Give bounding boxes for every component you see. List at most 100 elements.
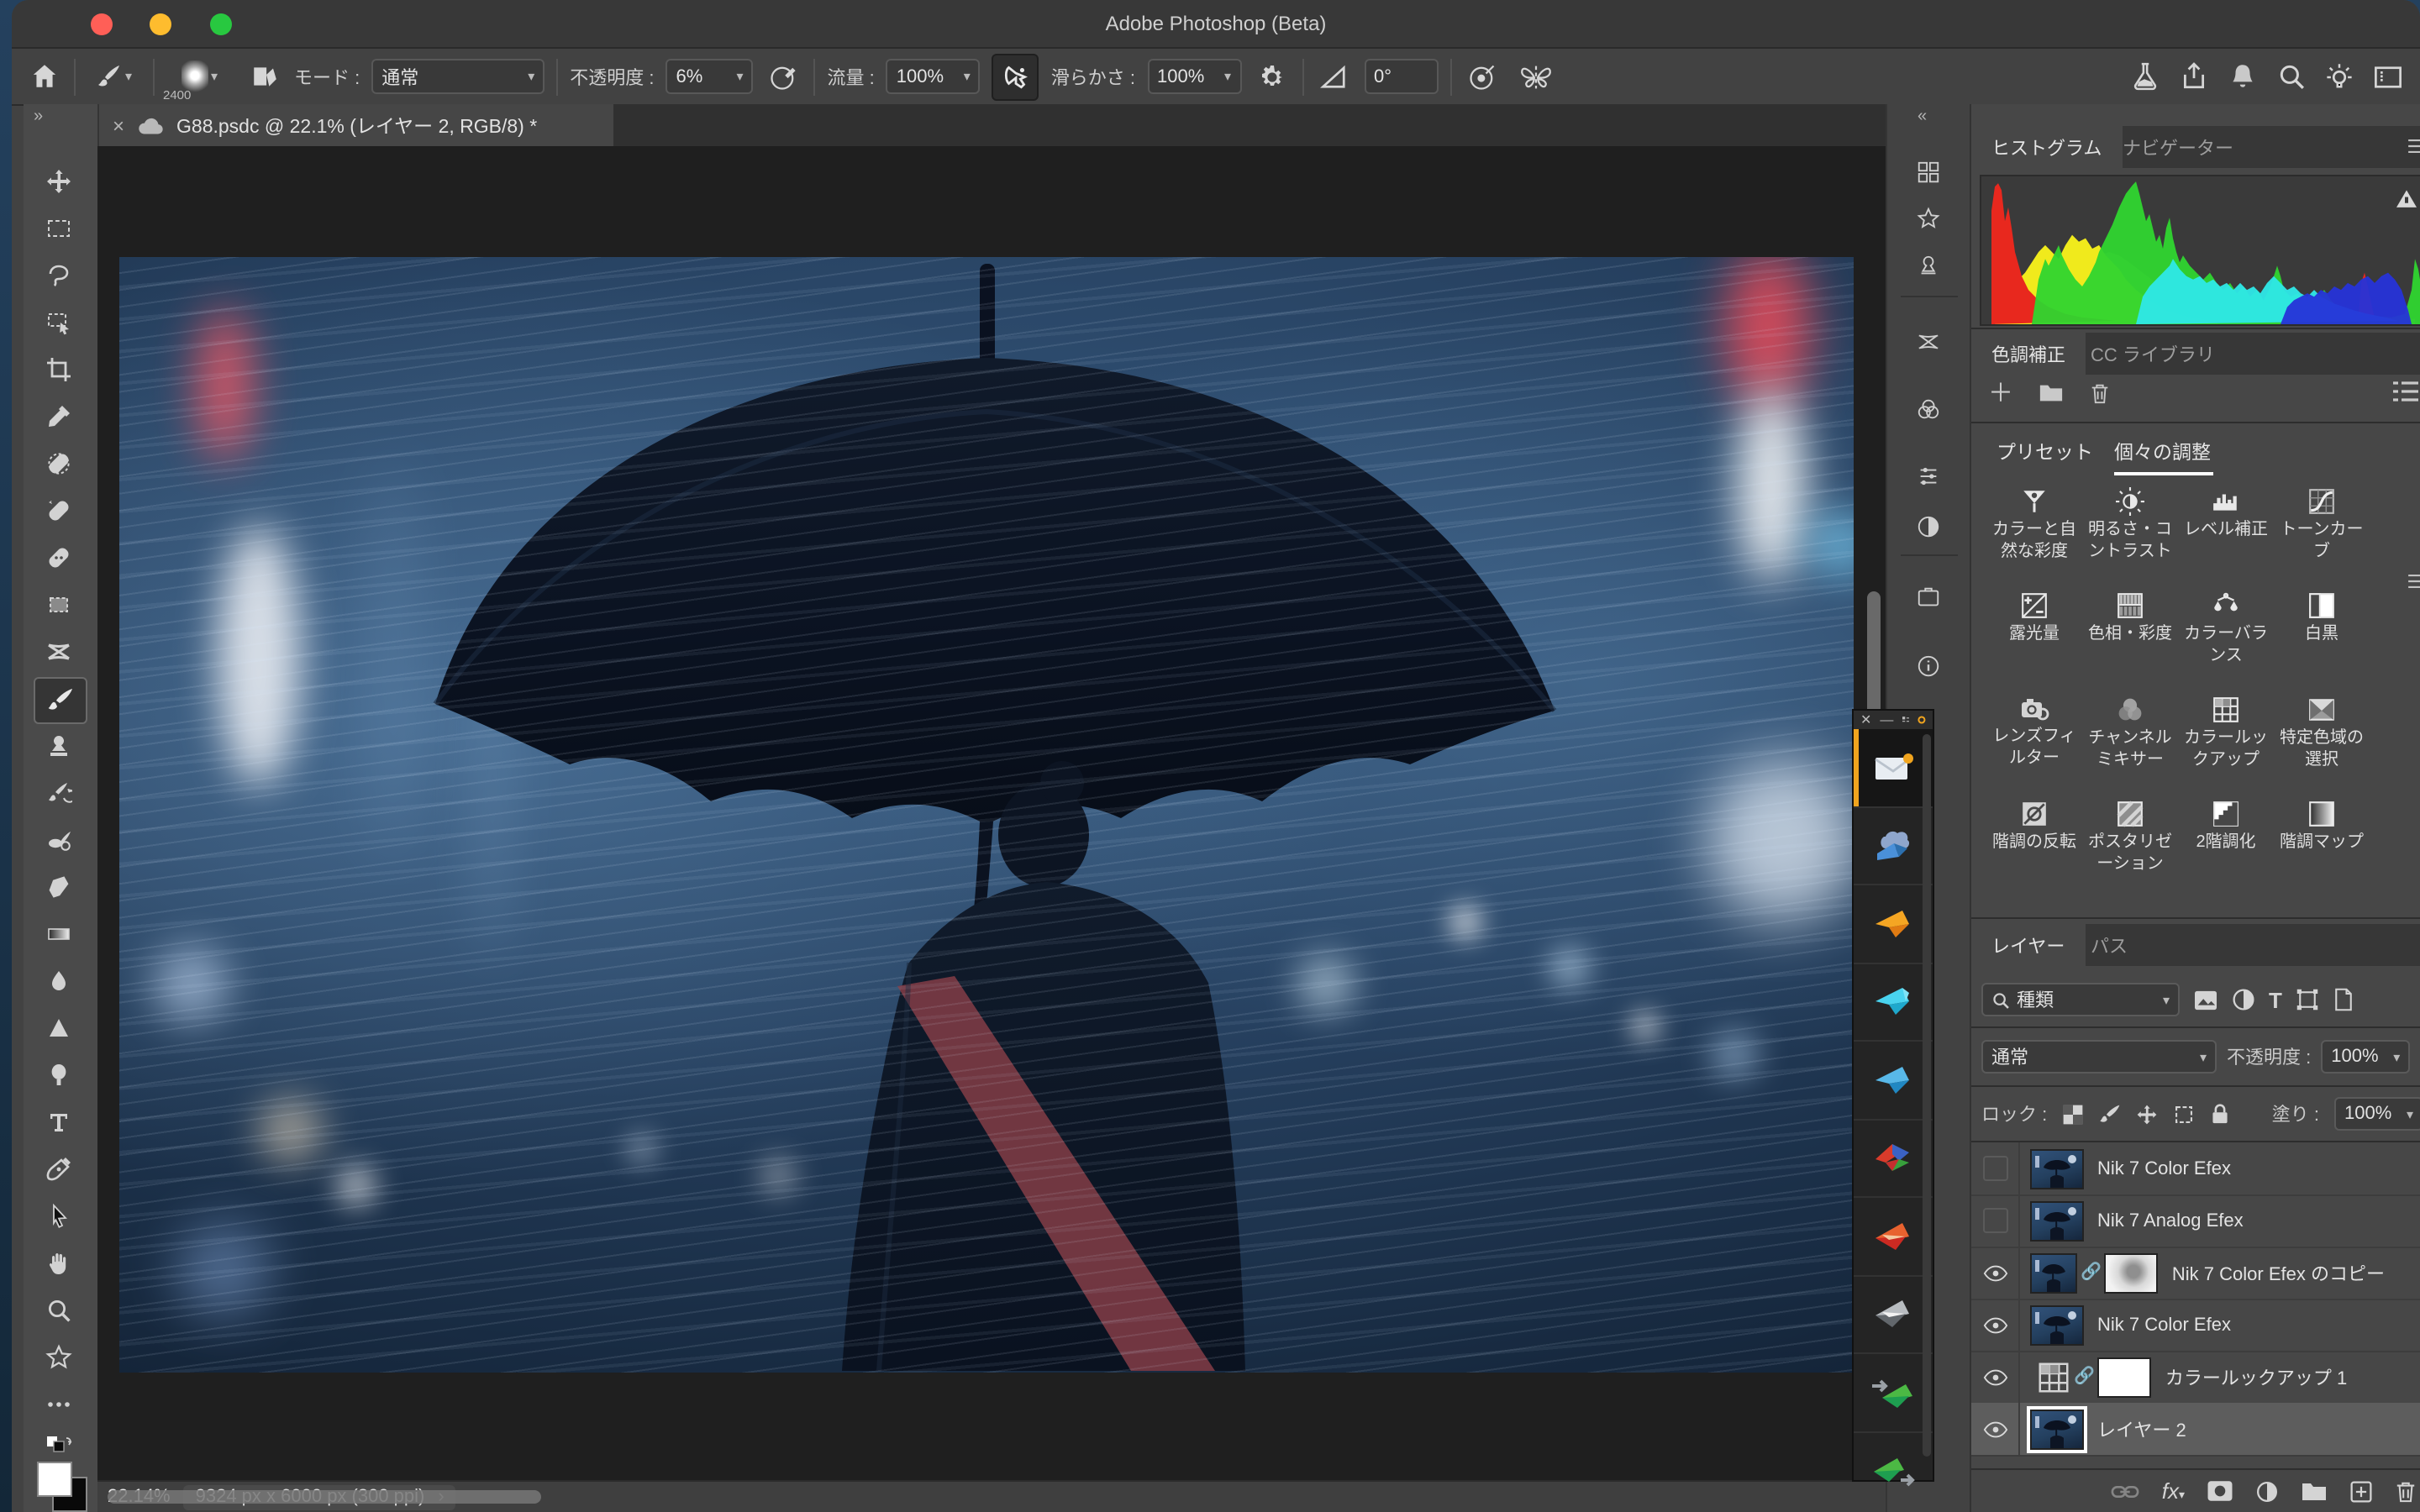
move-tool[interactable] xyxy=(34,160,84,203)
brush-size-preview[interactable]: 2400 ▾ xyxy=(166,58,234,95)
blend-mode-select[interactable]: 通常▾ xyxy=(371,59,544,94)
workspace-panel-icon[interactable] xyxy=(2370,58,2407,95)
layer-row-nik7-color-efex-top[interactable]: Nik 7 Color Efex xyxy=(1971,1142,2420,1196)
gradient-tool[interactable] xyxy=(34,912,84,956)
tab-cc-libraries[interactable]: CC ライブラリ xyxy=(2070,333,2235,375)
beta-flask-icon[interactable] xyxy=(2126,58,2163,95)
subtab-presets[interactable]: プリセット xyxy=(1996,438,2093,465)
layer-name[interactable]: カラールックアップ 1 xyxy=(2165,1363,2347,1390)
dock-info-panel-icon[interactable] xyxy=(1906,645,1949,685)
add-adjustment-layer-icon[interactable] xyxy=(2255,1479,2279,1503)
dock-adjustments-panel-icon[interactable] xyxy=(1906,506,1949,546)
zoom-tool[interactable] xyxy=(34,1289,84,1332)
pen-tool[interactable] xyxy=(34,1147,84,1191)
close-document-icon[interactable]: × xyxy=(113,113,124,137)
tab-histogram[interactable]: ヒストグラム xyxy=(1971,126,2122,168)
delete-trash-icon[interactable] xyxy=(2089,381,2111,405)
visibility-toggle[interactable] xyxy=(1971,1247,2020,1299)
layer-row-nik7-analog-efex[interactable]: Nik 7 Analog Efex xyxy=(1971,1194,2420,1248)
dodge-tool[interactable] xyxy=(34,1053,84,1097)
layer-name[interactable]: Nik 7 Color Efex xyxy=(2097,1315,2231,1335)
smoothing-options-gear-icon[interactable] xyxy=(1253,58,1290,95)
share-icon[interactable] xyxy=(2175,58,2212,95)
opacity-input[interactable]: 6%▾ xyxy=(666,59,754,94)
dock-libraries-panel-icon[interactable] xyxy=(1906,321,1949,361)
flow-input[interactable]: 100%▾ xyxy=(886,59,981,94)
lock-transparency-icon[interactable] xyxy=(2062,1103,2084,1125)
dock-character-panel-icon[interactable] xyxy=(1906,151,1949,192)
adjustment-color-balance[interactable]: カラーバランス xyxy=(2178,591,2274,667)
list-view-icon[interactable] xyxy=(2391,380,2420,405)
subtab-single-adjustments[interactable]: 個々の調整 xyxy=(2114,438,2211,465)
adjustment-invert[interactable]: 階調の反転 xyxy=(1986,800,2082,854)
adjustment-selective-color[interactable]: 特定色域の選択 xyxy=(2274,696,2370,771)
type-tool[interactable] xyxy=(34,1100,84,1144)
hand-tool[interactable] xyxy=(34,1242,84,1285)
adjustment-channel-mixer[interactable]: チャンネルミキサー xyxy=(2082,696,2178,771)
adjustment-brightness-contrast[interactable]: 明るさ・コントラスト xyxy=(2082,487,2178,563)
adjustment-color-lookup[interactable]: カラールックアップ xyxy=(2178,696,2274,771)
edit-toolbar-icon[interactable] xyxy=(34,1383,84,1426)
layer-thumbnail[interactable] xyxy=(2030,1409,2084,1449)
visibility-toggle[interactable] xyxy=(1971,1403,2020,1455)
nik-item-hdr[interactable] xyxy=(1854,807,1933,885)
layer-name[interactable]: Nik 7 Color Efex のコピー xyxy=(2172,1259,2385,1286)
layer-row-nik7-color-efex-copy[interactable]: 🔗 Nik 7 Color Efex のコピー xyxy=(1971,1247,2420,1300)
color-swatches[interactable] xyxy=(37,1462,87,1512)
swap-colors-icon[interactable] xyxy=(34,1430,84,1460)
search-icon[interactable] xyxy=(2272,58,2309,95)
nik-item-color-efex-orange[interactable] xyxy=(1854,885,1933,963)
marquee-tool[interactable] xyxy=(34,207,84,250)
filter-adjustment-layers-icon[interactable] xyxy=(2232,988,2255,1011)
adjustment-black-white[interactable]: 白黒 xyxy=(2274,591,2370,646)
slice-tool[interactable] xyxy=(34,630,84,674)
nik-item-green-in[interactable] xyxy=(1854,1354,1933,1432)
add-mask-icon[interactable] xyxy=(2207,1480,2233,1502)
art-history-brush-tool[interactable] xyxy=(34,818,84,862)
frame-tool[interactable] xyxy=(34,583,84,627)
adjustments-menu-icon[interactable]: ☰ xyxy=(2407,571,2420,593)
nik-item-blue[interactable] xyxy=(1854,1042,1933,1120)
layer-mask-link-icon[interactable]: 🔗 xyxy=(2081,1263,2102,1282)
new-layer-icon[interactable] xyxy=(2349,1479,2373,1503)
blur-tool[interactable] xyxy=(34,959,84,1003)
tab-adjustments[interactable]: 色調補正 xyxy=(1971,333,2086,375)
layer-mask-thumbnail[interactable] xyxy=(2105,1252,2159,1293)
document-tab[interactable]: × G88.psdc @ 22.1% (レイヤー 2, RGB/8) * xyxy=(96,104,613,146)
histogram-menu-icon[interactable]: ☰ xyxy=(2407,136,2420,158)
layers-opacity-input[interactable]: 100%▾ xyxy=(2321,1040,2410,1074)
nik-item-selected[interactable] xyxy=(1854,729,1933,807)
crop-tool[interactable] xyxy=(34,348,84,391)
adjustment-curves[interactable]: トーンカーブ xyxy=(2274,487,2370,563)
nik-item-multicolor[interactable] xyxy=(1854,1120,1933,1198)
visibility-toggle[interactable] xyxy=(1971,1351,2020,1403)
adjustment-exposure[interactable]: 露光量 xyxy=(1986,591,2082,646)
discover-lightbulb-icon[interactable] xyxy=(2321,58,2358,95)
clone-stamp-tool[interactable] xyxy=(34,724,84,768)
layer-name[interactable]: Nik 7 Analog Efex xyxy=(2097,1210,2244,1231)
delete-layer-trash-icon[interactable] xyxy=(2395,1479,2417,1503)
canvas-image[interactable] xyxy=(119,257,1854,1373)
history-brush-tool[interactable] xyxy=(34,771,84,815)
layer-thumbnail[interactable] xyxy=(2030,1252,2077,1293)
layer-mask-link-icon[interactable]: 🔗 xyxy=(2074,1368,2095,1386)
adjustment-threshold[interactable]: 2階調化 xyxy=(2178,800,2274,854)
home-icon[interactable] xyxy=(25,58,62,95)
nik-scrollbar[interactable] xyxy=(1922,734,1930,1457)
new-group-icon[interactable] xyxy=(2301,1480,2328,1502)
lasso-tool[interactable] xyxy=(34,254,84,297)
eyedropper-tool[interactable] xyxy=(34,395,84,438)
adjustment-levels[interactable]: レベル補正 xyxy=(2178,487,2274,542)
canvas-pasteboard[interactable]: ⁞⁞⁞⁞ 被写体を選択 背景を削除 カラーを調整 xyxy=(97,146,1886,1480)
filter-shape-layers-icon[interactable] xyxy=(2296,988,2319,1011)
layer-row-layer2-selected[interactable]: レイヤー 2 xyxy=(1971,1403,2420,1457)
foreground-color-swatch[interactable] xyxy=(37,1462,72,1497)
visibility-toggle[interactable] xyxy=(1971,1142,2020,1194)
adjustment-posterize[interactable]: ポスタリゼーション xyxy=(2082,800,2178,875)
brush-tool-preset-icon[interactable]: ▾ xyxy=(87,58,141,95)
airbrush-toggle[interactable] xyxy=(992,53,1039,100)
tab-paths[interactable]: パス xyxy=(2070,924,2148,966)
link-layers-icon[interactable] xyxy=(2112,1483,2140,1499)
add-adjustment-icon[interactable]: ＋ xyxy=(1988,381,2013,407)
filter-pixel-layers-icon[interactable] xyxy=(2193,989,2218,1011)
